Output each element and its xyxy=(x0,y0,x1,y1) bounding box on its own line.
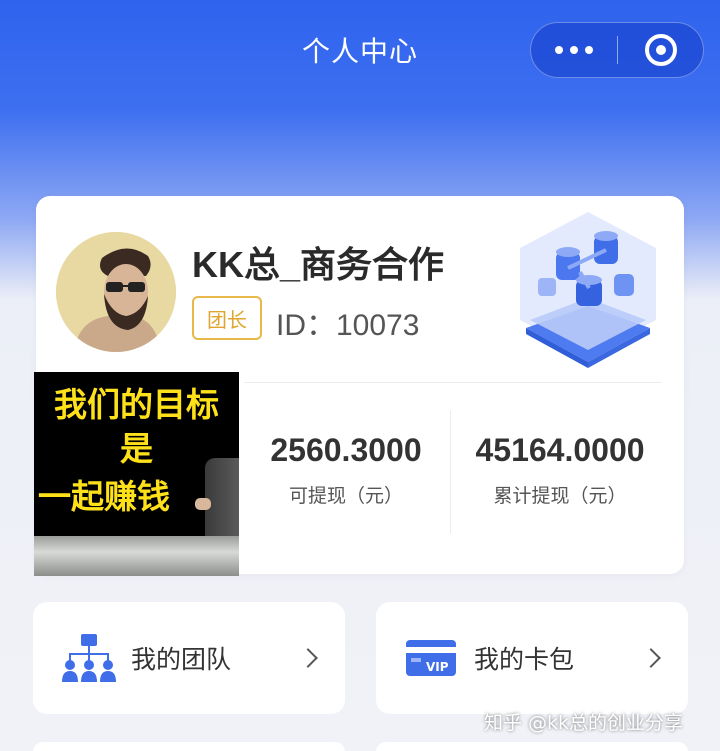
chevron-right-icon xyxy=(641,648,661,668)
dot-icon xyxy=(585,46,593,54)
vip-card-text: VIP xyxy=(426,660,449,674)
promo-floor xyxy=(34,536,239,576)
close-button[interactable] xyxy=(618,23,703,77)
withdrawable-label: 可提现（元） xyxy=(288,485,403,507)
more-button[interactable] xyxy=(531,23,617,77)
profile-card: KK总_商务合作 团长 ID：10073 我们的目标 是 一起赚钱 2560.3… xyxy=(34,196,684,576)
menu-card-stub xyxy=(376,742,688,751)
watermark-text: 知乎 @kk总的创业分享 xyxy=(484,712,684,734)
promo-image: 我们的目标 是 一起赚钱 xyxy=(34,372,239,576)
promo-hand xyxy=(195,498,211,510)
promo-line-1: 我们的目标 xyxy=(54,385,219,424)
username: KK总_商务合作 xyxy=(192,244,445,285)
withdrawable-stat: 2560.3000 可提现（元） xyxy=(258,432,434,508)
menu-card-stub xyxy=(33,742,345,751)
total-withdrawn-amount: 45164.0000 xyxy=(475,432,645,468)
total-withdrawn-label: 累计提现（元） xyxy=(493,485,627,507)
withdrawable-amount: 2560.3000 xyxy=(270,432,422,468)
user-id: ID：10073 xyxy=(276,309,420,342)
isometric-decoration-icon xyxy=(520,212,656,368)
my-card-wallet-button[interactable]: VIP 我的卡包 xyxy=(376,602,688,714)
close-target-icon xyxy=(644,34,677,66)
dot-icon xyxy=(570,46,578,54)
miniprogram-capsule xyxy=(530,22,704,78)
vip-card-icon: VIP xyxy=(406,640,456,676)
avatar[interactable] xyxy=(56,232,176,352)
my-team-button[interactable]: 我的团队 xyxy=(33,602,345,714)
total-withdrawn-stat: 45164.0000 累计提现（元） xyxy=(460,432,660,508)
dot-icon xyxy=(555,46,563,54)
card-divider xyxy=(244,382,662,383)
promo-person xyxy=(205,458,239,538)
avatar-illustration xyxy=(56,232,176,352)
stats-divider xyxy=(450,410,451,534)
chevron-right-icon xyxy=(298,648,318,668)
role-badge: 团长 xyxy=(192,296,262,340)
team-icon xyxy=(62,634,116,682)
my-card-wallet-label: 我的卡包 xyxy=(474,645,575,674)
my-team-label: 我的团队 xyxy=(131,645,232,674)
